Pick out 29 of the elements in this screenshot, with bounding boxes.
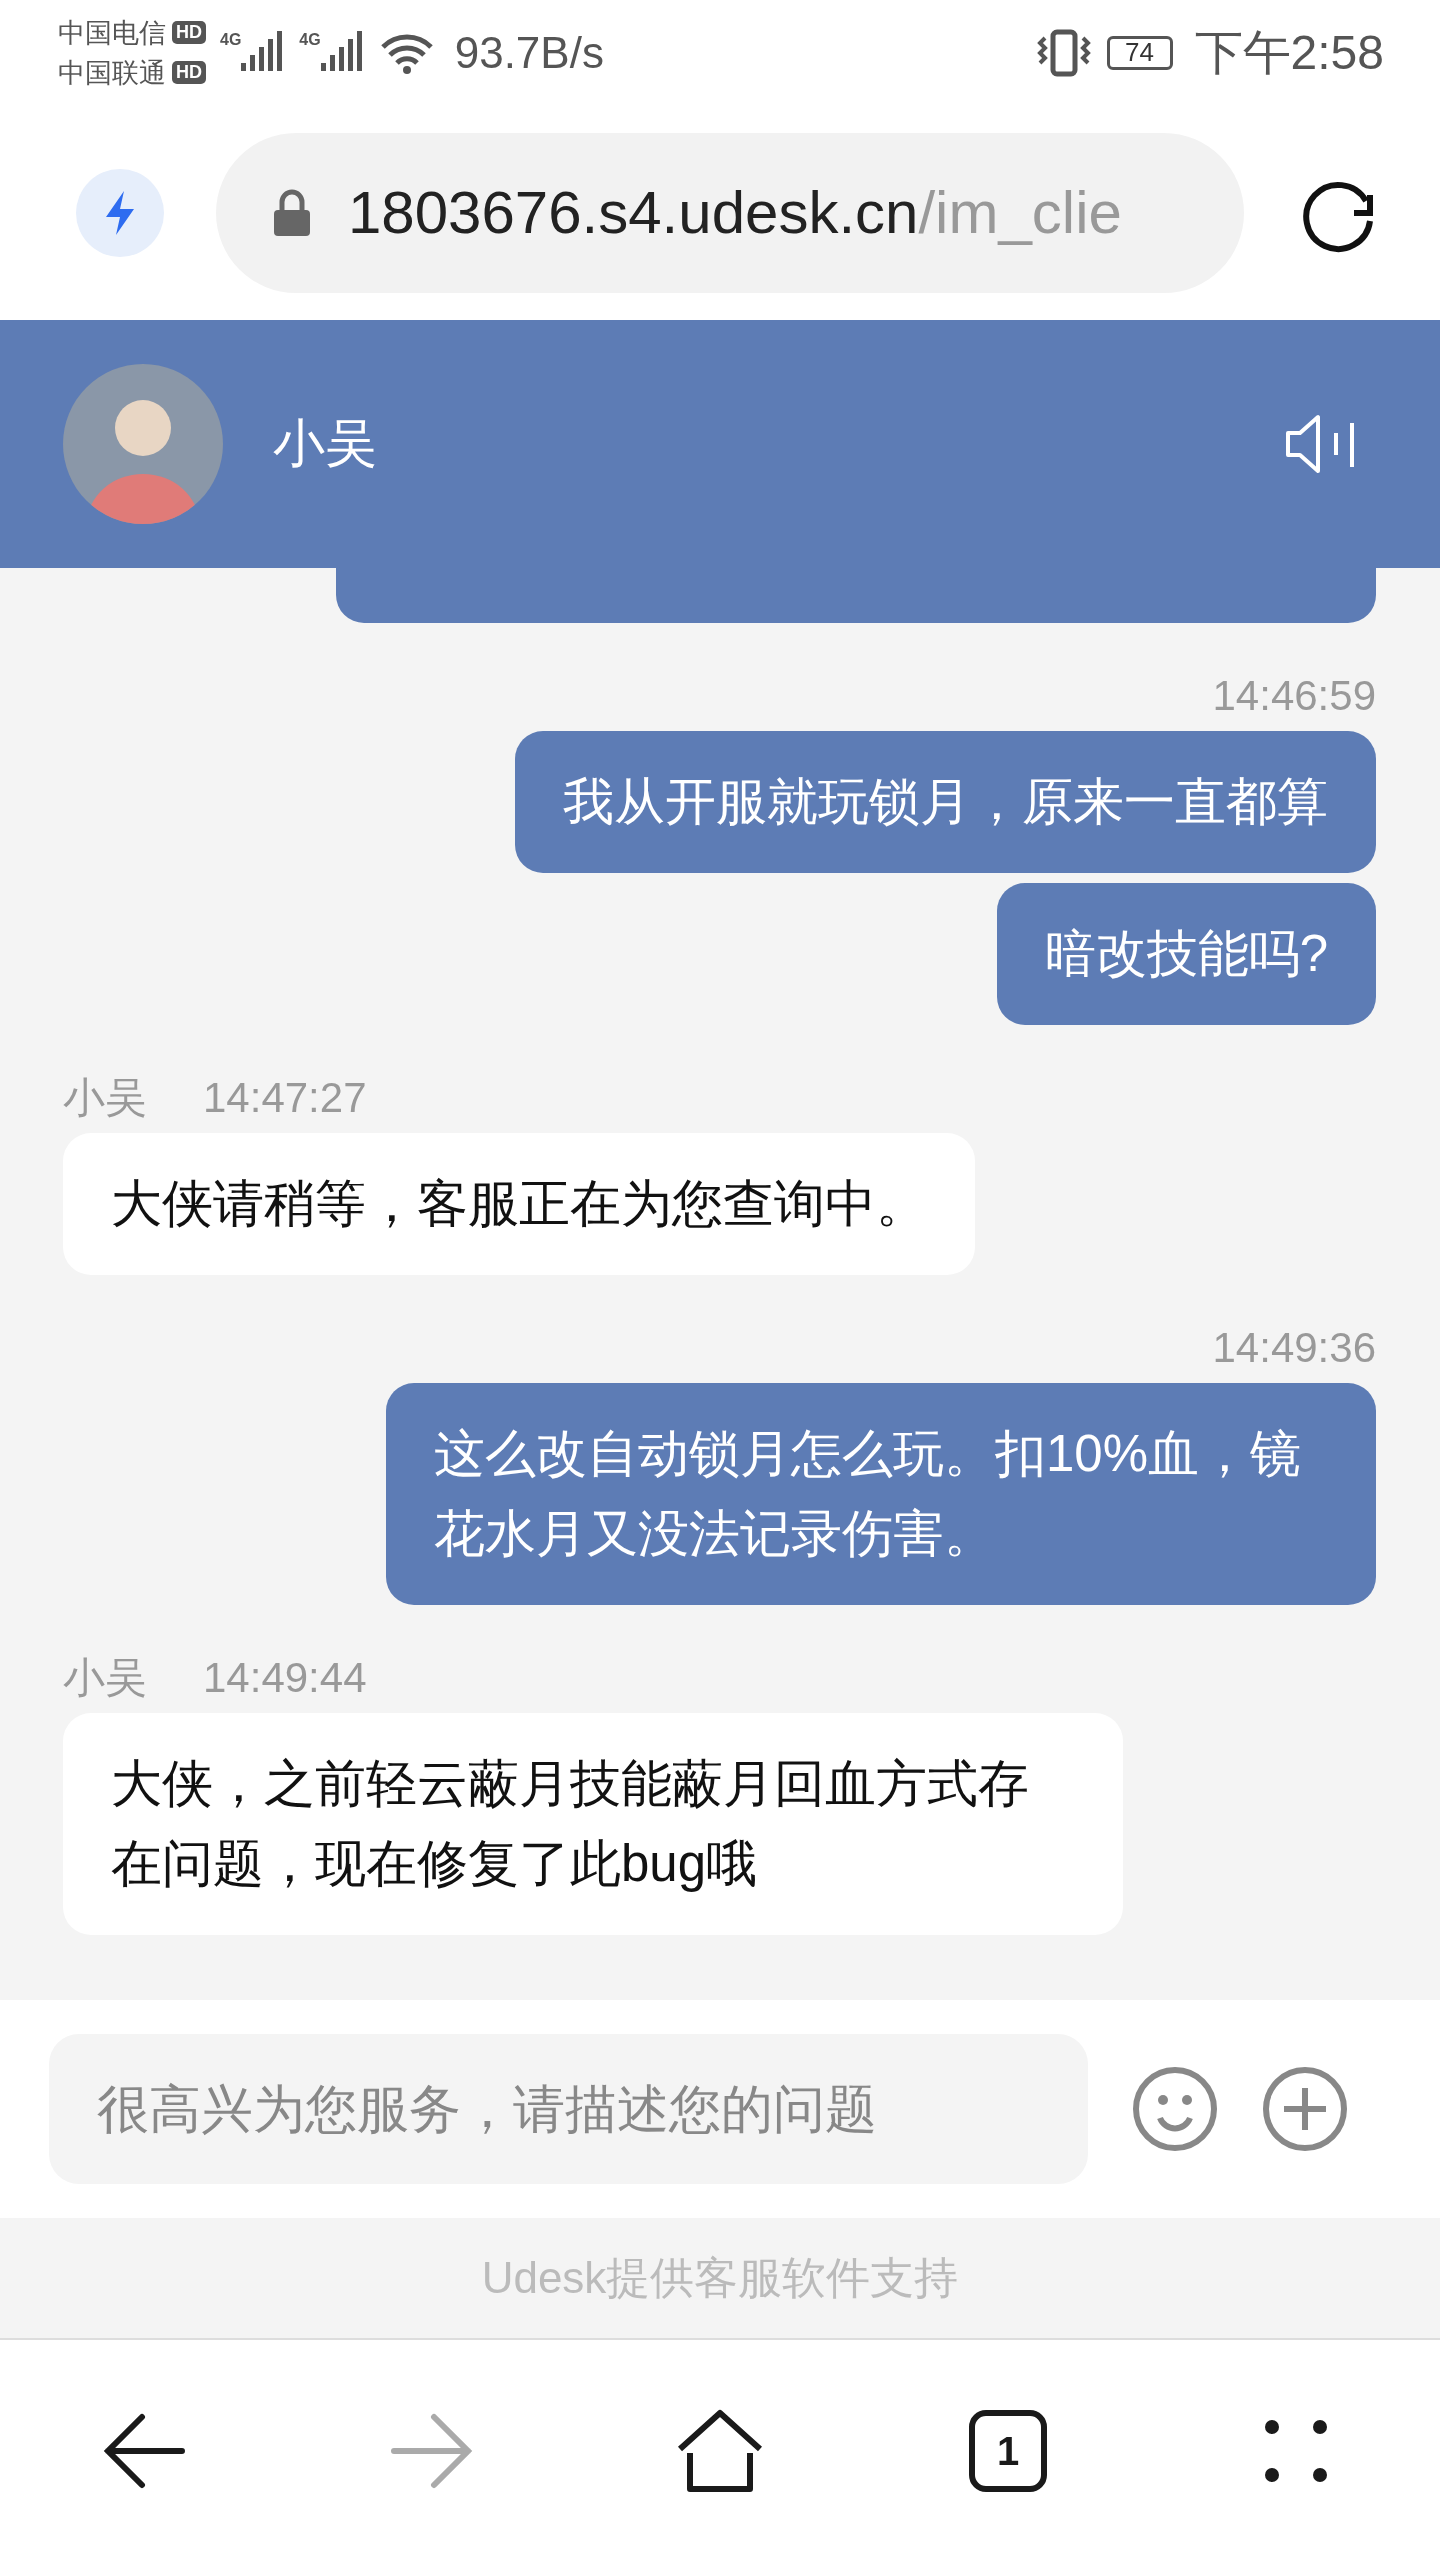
sender-name: 小吴 bbox=[63, 1073, 147, 1123]
message-bubble: 这么改自动锁月怎么玩。扣10%血，镜花水月又没法记录伤害。 bbox=[386, 1383, 1376, 1605]
footer-credit: Udesk提供客服软件支持 bbox=[481, 2251, 959, 2304]
clock-time: 下午2:58 bbox=[1194, 24, 1384, 81]
message-bubble: 暗改技能吗? bbox=[996, 883, 1376, 1025]
message-bubble: 大侠请稍等，客服正在为您查询中。 bbox=[63, 1133, 975, 1275]
add-button[interactable] bbox=[1262, 2066, 1348, 2152]
message-time: 14:47:27 bbox=[203, 1073, 367, 1123]
lock-icon bbox=[272, 187, 312, 238]
message-bubble: 大侠，之前轻云蔽月技能蔽月回血方式存在问题，现在修复了此bug哦 bbox=[63, 1713, 1123, 1935]
agent-name: 小吴 bbox=[273, 413, 378, 474]
message-time: 14:46:59 bbox=[1212, 671, 1376, 721]
carrier-name: 中国电信 bbox=[58, 16, 166, 50]
message-time: 14:49:36 bbox=[1212, 1323, 1376, 1373]
message-bubble: 我从开服就玩锁月，原来一直都算 bbox=[515, 731, 1376, 873]
battery-indicator: 74 bbox=[1106, 35, 1173, 70]
sender-name: 小吴 bbox=[63, 1653, 147, 1703]
emoji-button[interactable] bbox=[1132, 2066, 1218, 2152]
network-type: 4G bbox=[299, 30, 321, 49]
tabs-button[interactable]: 1 bbox=[948, 2391, 1068, 2511]
network-speed: 93.7B/s bbox=[454, 27, 604, 78]
network-type: 4G bbox=[220, 30, 242, 49]
carrier-name: 中国联通 bbox=[58, 56, 166, 90]
url-text: 1803676.s4.udesk.cn/im_clie bbox=[348, 178, 1122, 247]
hd-badge: HD bbox=[172, 21, 206, 44]
address-bar[interactable]: 1803676.s4.udesk.cn/im_clie bbox=[216, 132, 1244, 293]
message-time: 14:49:44 bbox=[203, 1653, 367, 1703]
hd-badge: HD bbox=[172, 61, 206, 84]
message-input[interactable]: 很高兴为您服务，请描述您的问题 bbox=[49, 2034, 1088, 2184]
